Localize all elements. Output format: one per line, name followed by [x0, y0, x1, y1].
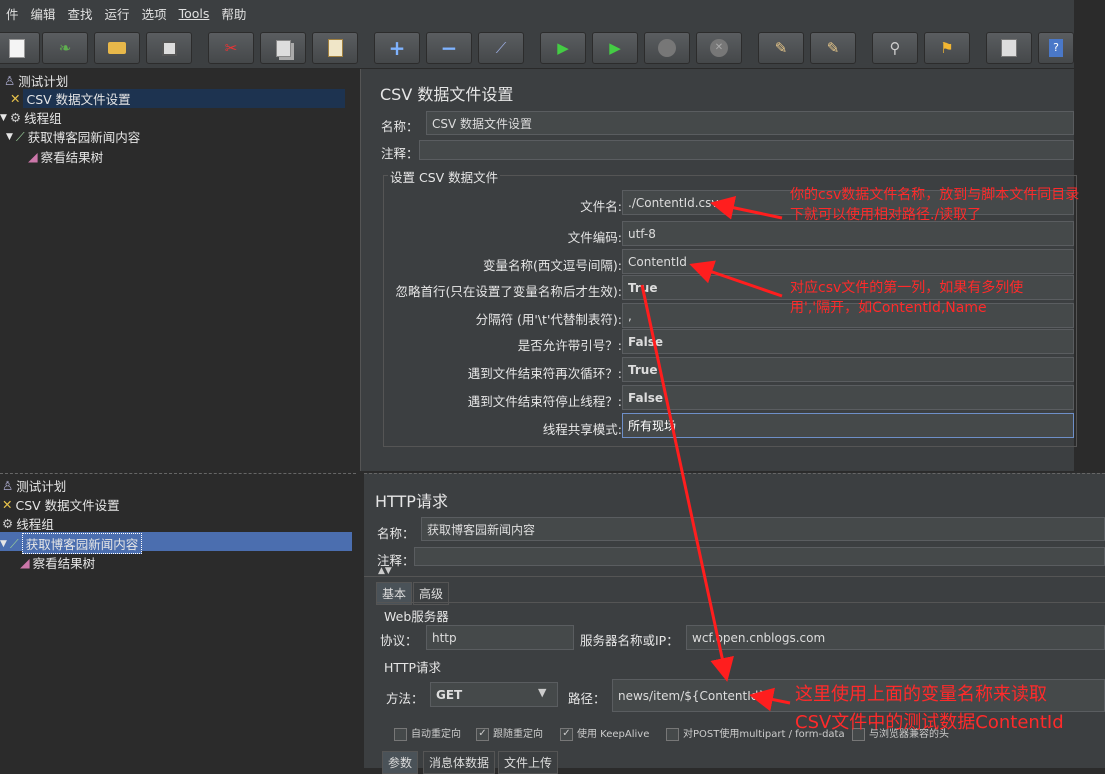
arrow-variable: [689, 260, 783, 298]
annotation-arrows: [640, 195, 791, 712]
arrow-filename: [710, 195, 783, 220]
arrow-variable-to-path: [640, 284, 734, 682]
arrow-path: [749, 687, 791, 712]
